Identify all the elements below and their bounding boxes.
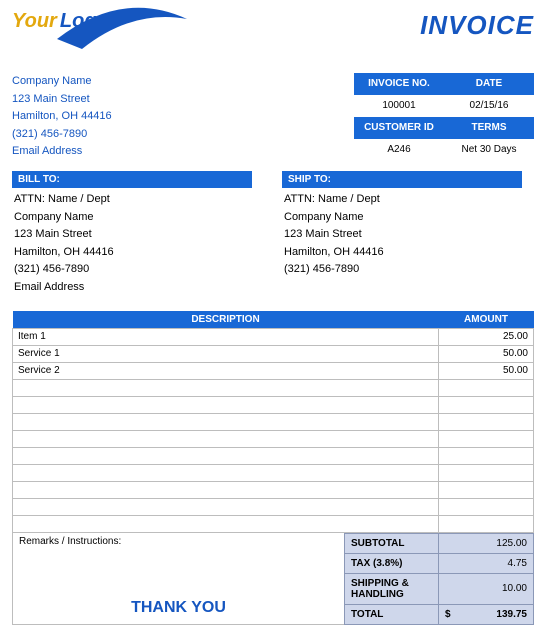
company-email: Email Address — [12, 143, 112, 161]
meta-head-customer-id: CUSTOMER ID — [354, 117, 444, 139]
line-amount — [439, 481, 534, 498]
totals-table: SUBTOTAL 125.00 TAX (3.8%) 4.75 SHIPPING… — [344, 533, 534, 625]
line-amount — [439, 498, 534, 515]
total-label: TOTAL — [345, 604, 439, 624]
line-row — [13, 430, 534, 447]
thank-you: THANK YOU — [19, 599, 338, 621]
company-name: Company Name — [12, 73, 112, 91]
line-row — [13, 379, 534, 396]
ship-to-phone: (321) 456-7890 — [284, 261, 522, 279]
line-description: Service 2 — [13, 362, 439, 379]
line-amount — [439, 413, 534, 430]
shipping-label: SHIPPING & HANDLING — [345, 573, 439, 604]
company-phone: (321) 456-7890 — [12, 126, 112, 144]
meta-date: 02/15/16 — [444, 95, 534, 117]
line-amount — [439, 430, 534, 447]
remarks-label: Remarks / Instructions: — [19, 536, 338, 547]
line-row — [13, 464, 534, 481]
line-row: Service 250.00 — [13, 362, 534, 379]
line-description — [13, 413, 439, 430]
subtotal-label: SUBTOTAL — [345, 533, 439, 553]
meta-customer-id: A246 — [354, 139, 444, 161]
bill-to-email: Email Address — [14, 279, 252, 297]
bill-to-citystate: Hamilton, OH 44416 — [14, 244, 252, 262]
bill-to-phone: (321) 456-7890 — [14, 261, 252, 279]
subtotal-value: 125.00 — [439, 533, 534, 553]
ship-to-block: SHIP TO: ATTN: Name / Dept Company Name … — [282, 171, 522, 297]
line-amount — [439, 447, 534, 464]
line-description — [13, 379, 439, 396]
lines-head-amount: AMOUNT — [439, 311, 534, 329]
swoosh-icon — [52, 4, 192, 54]
line-row — [13, 447, 534, 464]
tax-label: TAX (3.8%) — [345, 553, 439, 573]
logo-word-your: Your — [12, 10, 57, 32]
bill-to-company: Company Name — [14, 209, 252, 227]
bill-to-attn: ATTN: Name / Dept — [14, 191, 252, 209]
document-title: INVOICE — [420, 10, 534, 41]
line-row — [13, 396, 534, 413]
tax-value: 4.75 — [439, 553, 534, 573]
bill-to-head: BILL TO: — [12, 171, 252, 188]
meta-head-date: DATE — [444, 73, 534, 95]
lines-table: DESCRIPTION AMOUNT Item 125.00Service 15… — [12, 311, 534, 533]
meta-terms: Net 30 Days — [444, 139, 534, 161]
line-description: Service 1 — [13, 345, 439, 362]
line-row — [13, 515, 534, 532]
total-currency: $ — [445, 609, 451, 620]
line-description — [13, 464, 439, 481]
ship-to-citystate: Hamilton, OH 44416 — [284, 244, 522, 262]
ship-to-attn: ATTN: Name / Dept — [284, 191, 522, 209]
line-description — [13, 430, 439, 447]
line-description — [13, 481, 439, 498]
ship-to-company: Company Name — [284, 209, 522, 227]
line-description — [13, 498, 439, 515]
line-description — [13, 447, 439, 464]
meta-head-invoice-no: INVOICE NO. — [354, 73, 444, 95]
line-description — [13, 515, 439, 532]
company-block: Company Name 123 Main Street Hamilton, O… — [12, 73, 112, 161]
shipping-value: 10.00 — [439, 573, 534, 604]
bill-to-street: 123 Main Street — [14, 226, 252, 244]
ship-to-street: 123 Main Street — [284, 226, 522, 244]
total-value: $ 139.75 — [439, 604, 534, 624]
total-amount: 139.75 — [496, 609, 527, 620]
logo: Your Logo — [12, 10, 182, 65]
line-amount — [439, 396, 534, 413]
line-row — [13, 413, 534, 430]
company-citystate: Hamilton, OH 44416 — [12, 108, 112, 126]
ship-to-head: SHIP TO: — [282, 171, 522, 188]
line-amount: 50.00 — [439, 362, 534, 379]
line-description — [13, 396, 439, 413]
line-row: Item 125.00 — [13, 328, 534, 345]
line-row — [13, 498, 534, 515]
remarks-cell: Remarks / Instructions: THANK YOU — [12, 533, 344, 625]
line-row: Service 150.00 — [13, 345, 534, 362]
line-row — [13, 481, 534, 498]
bill-to-block: BILL TO: ATTN: Name / Dept Company Name … — [12, 171, 252, 297]
line-amount — [439, 379, 534, 396]
line-amount — [439, 515, 534, 532]
line-amount: 25.00 — [439, 328, 534, 345]
meta-head-terms: TERMS — [444, 117, 534, 139]
line-amount — [439, 464, 534, 481]
line-amount: 50.00 — [439, 345, 534, 362]
meta-table: INVOICE NO. DATE 100001 02/15/16 CUSTOME… — [354, 73, 534, 161]
line-description: Item 1 — [13, 328, 439, 345]
lines-head-description: DESCRIPTION — [13, 311, 439, 329]
company-street: 123 Main Street — [12, 91, 112, 109]
meta-invoice-no: 100001 — [354, 95, 444, 117]
